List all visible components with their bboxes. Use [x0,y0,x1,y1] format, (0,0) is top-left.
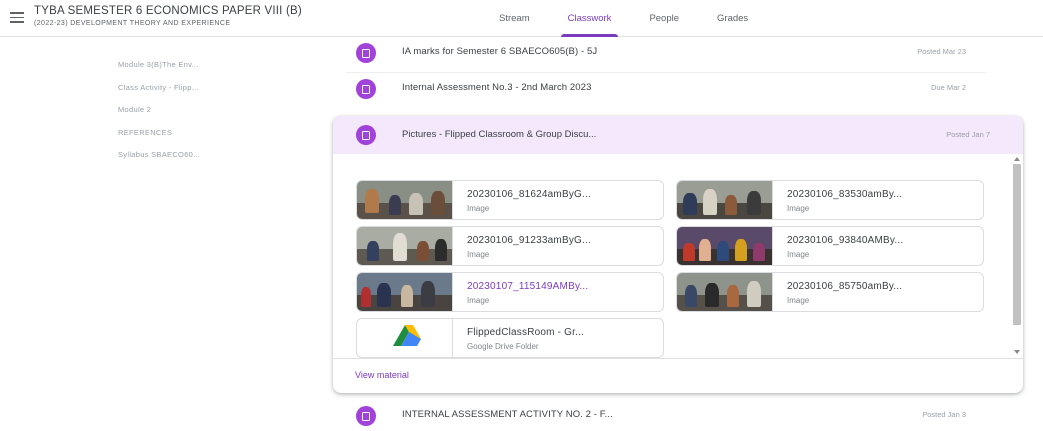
attachment-card[interactable]: 20230106_81624amByG... Image [356,180,664,220]
image-thumbnail [357,181,453,219]
class-title[interactable]: TYBA SEMESTER 6 ECONOMICS PAPER VIII (B) [34,5,302,17]
attachment-type: Image [467,204,490,213]
attachments-panel: 20230106_81624amByG... Image 20230106_83… [333,154,1023,359]
attachment-name: 20230106_81624amByG... [467,189,591,200]
classwork-item-title: INTERNAL ASSESSMENT ACTIVITY NO. 2 - F..… [402,409,613,420]
class-subtitle: (2022-23) DEVELOPMENT THEORY AND EXPERIE… [34,20,231,27]
view-material-link[interactable]: View material [355,370,409,380]
attachment-type: Image [787,296,810,305]
expanded-material-card: Pictures - Flipped Classroom & Group Dis… [333,116,1023,393]
classwork-item-title: IA marks for Semester 6 SBAECO605(B) - 5… [402,46,598,57]
hamburger-menu-icon[interactable] [10,12,24,23]
material-icon [356,406,376,426]
expanded-material-date: Posted Jan 7 [946,130,990,139]
attachment-card[interactable]: FlippedClassRoom - Gr... Google Drive Fo… [356,318,664,358]
tab-people[interactable]: People [630,0,698,37]
tab-classwork[interactable]: Classwork [549,0,631,37]
material-icon [356,125,376,145]
topic-list: Module 3(B)The Env... Class Activity - F… [118,60,278,173]
image-thumbnail [677,227,773,265]
tab-stream[interactable]: Stream [480,0,549,37]
material-icon [356,43,376,63]
attachment-type: Google Drive Folder [467,342,539,351]
classwork-item-date: Posted Jan 3 [922,410,966,419]
classwork-item-title: Internal Assessment No.3 - 2nd March 202… [402,82,592,93]
attachment-card[interactable]: 20230106_93840AMBy... Image [676,226,984,266]
attachment-name: 20230106_83530amBy... [787,189,903,200]
expanded-material-header[interactable]: Pictures - Flipped Classroom & Group Dis… [333,116,1023,154]
attachment-name: 20230106_91233amByG... [467,235,591,246]
image-thumbnail [677,273,773,311]
classwork-item-date: Due Mar 2 [930,83,966,92]
assignment-icon [356,79,376,99]
tab-grades[interactable]: Grades [698,0,767,37]
class-tabs: Stream Classwork People Grades [480,0,767,37]
image-thumbnail [357,273,453,311]
image-thumbnail [357,227,453,265]
attachment-name: 20230107_115149AMBy... [467,281,589,292]
attachment-name: 20230106_85750amBy... [787,281,903,292]
classwork-item-date: Posted Mar 23 [917,47,966,56]
attachment-type: Image [787,250,810,259]
attachment-card[interactable]: 20230106_83530amBy... Image [676,180,984,220]
classroom-header: TYBA SEMESTER 6 ECONOMICS PAPER VIII (B)… [0,0,1043,37]
attachment-type: Image [787,204,810,213]
attachment-type: Image [467,250,490,259]
expanded-material-title: Pictures - Flipped Classroom & Group Dis… [402,129,597,140]
image-thumbnail [677,181,773,219]
topic-item[interactable]: Module 2 [118,105,278,128]
attachment-name: 20230106_93840AMBy... [787,235,904,246]
google-drive-icon [357,319,453,357]
scrollbar-thumb[interactable] [1013,164,1021,325]
attachment-card[interactable]: 20230106_85750amBy... Image [676,272,984,312]
attachment-card[interactable]: 20230107_115149AMBy... Image [356,272,664,312]
topic-item[interactable]: REFERENCES [118,128,278,151]
attachment-type: Image [467,296,490,305]
attachment-name: FlippedClassRoom - Gr... [467,327,585,338]
scroll-down-icon[interactable] [1014,350,1020,354]
scroll-up-icon[interactable] [1014,157,1020,161]
classwork-item[interactable]: IA marks for Semester 6 SBAECO605(B) - 5… [346,38,986,68]
divider [346,72,986,73]
topic-item[interactable]: Module 3(B)The Env... [118,60,278,83]
topic-item[interactable]: Class Activity - Flipp... [118,83,278,106]
topic-item[interactable]: Syllabus SBAECO60... [118,150,278,173]
attachment-card[interactable]: 20230106_91233amByG... Image [356,226,664,266]
classwork-item[interactable]: INTERNAL ASSESSMENT ACTIVITY NO. 2 - F..… [346,401,986,431]
classwork-item[interactable]: Internal Assessment No.3 - 2nd March 202… [346,74,986,104]
